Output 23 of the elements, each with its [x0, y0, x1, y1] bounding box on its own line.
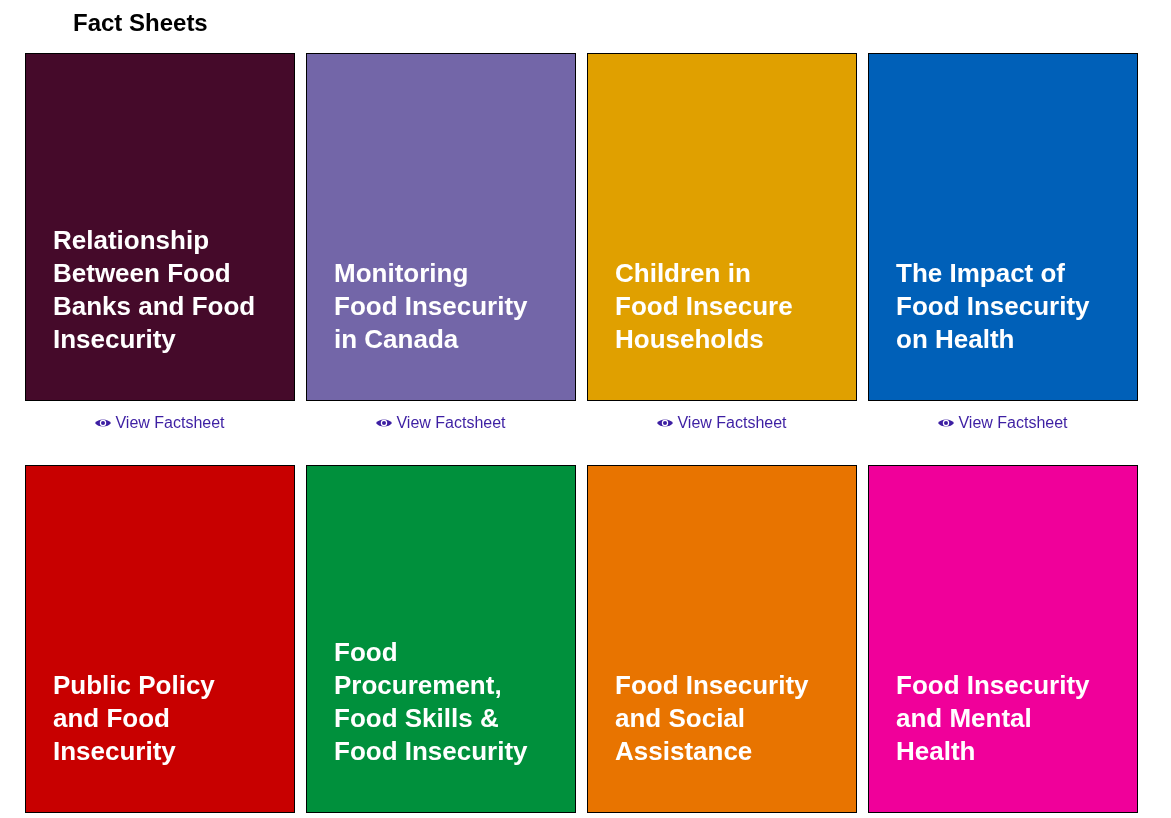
eye-icon [95, 417, 112, 428]
cover-title: Food Insecurity and Mental Health [896, 669, 1090, 768]
cover-title: Relationship Between Food Banks and Food Insecurity [53, 224, 256, 356]
eye-icon [657, 417, 674, 428]
page-heading: Fact Sheets [73, 9, 209, 37]
factsheet-cover[interactable]: The Impact of Food Insecurity on Health [868, 53, 1138, 401]
factsheet-cover[interactable]: Monitoring Food Insecurity in Canada [306, 53, 576, 401]
factsheet-cover[interactable]: Relationship Between Food Banks and Food Insecurity [25, 53, 295, 401]
eye-icon [376, 417, 393, 428]
factsheet-cover[interactable]: Public Policy and Food Insecurity [25, 465, 295, 813]
cover-title: Monitoring Food Insecurity in Canada [334, 257, 528, 356]
view-factsheet-link[interactable]: View Factsheet [938, 413, 1068, 432]
cover-title: Food Insecurity and Social Assistance [615, 669, 809, 768]
factsheet-cover[interactable]: Food Insecurity and Mental Health [868, 465, 1138, 813]
view-factsheet-link[interactable]: View Factsheet [376, 413, 506, 432]
view-factsheet-link[interactable]: View Factsheet [95, 413, 225, 432]
cover-title: Children in Food Insecure Households [615, 257, 793, 356]
cover-title: The Impact of Food Insecurity on Health [896, 257, 1090, 356]
cover-title: Public Policy and Food Insecurity [53, 669, 215, 768]
eye-icon [938, 417, 955, 428]
factsheet-cover[interactable]: Food Procurement, Food Skills & Food Insecurity [306, 465, 576, 813]
view-factsheet-link[interactable]: View Factsheet [657, 413, 787, 432]
cover-title: Food Procurement, Food Skills & Food Insecurity [334, 636, 528, 768]
